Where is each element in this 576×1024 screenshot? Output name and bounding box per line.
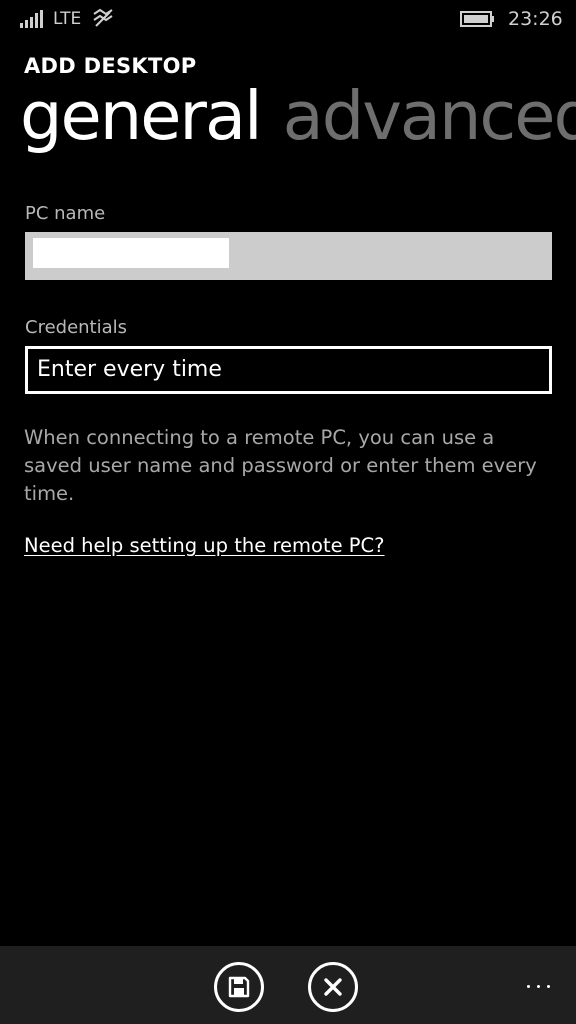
credentials-picker[interactable]: Enter every time xyxy=(25,346,552,394)
credentials-label: Credentials xyxy=(25,317,128,338)
pc-name-value xyxy=(33,238,229,268)
signal-bars-icon xyxy=(20,10,43,28)
save-button[interactable] xyxy=(214,962,264,1012)
network-type: LTE xyxy=(53,9,82,29)
clock: 23:26 xyxy=(508,8,563,30)
pivot-tabs: general advanced xyxy=(20,76,576,156)
app-bar xyxy=(0,946,576,1024)
credentials-description: When connecting to a remote PC, you can … xyxy=(24,426,537,505)
credentials-value: Enter every time xyxy=(37,357,222,382)
data-sense-icon xyxy=(93,8,113,27)
cancel-button[interactable] xyxy=(308,962,358,1012)
pc-name-input[interactable] xyxy=(25,232,552,280)
tab-general[interactable]: general xyxy=(20,76,263,156)
pc-name-label: PC name xyxy=(25,203,106,224)
battery-icon xyxy=(460,11,494,27)
save-icon xyxy=(228,976,250,998)
app-title: ADD DESKTOP xyxy=(24,54,197,78)
cancel-icon xyxy=(324,978,342,996)
ellipsis-icon[interactable] xyxy=(524,972,554,996)
tab-advanced[interactable]: advanced xyxy=(283,76,576,156)
help-link[interactable]: Need help setting up the remote PC? xyxy=(24,534,385,557)
status-bar: LTE 23:26 xyxy=(0,0,576,40)
